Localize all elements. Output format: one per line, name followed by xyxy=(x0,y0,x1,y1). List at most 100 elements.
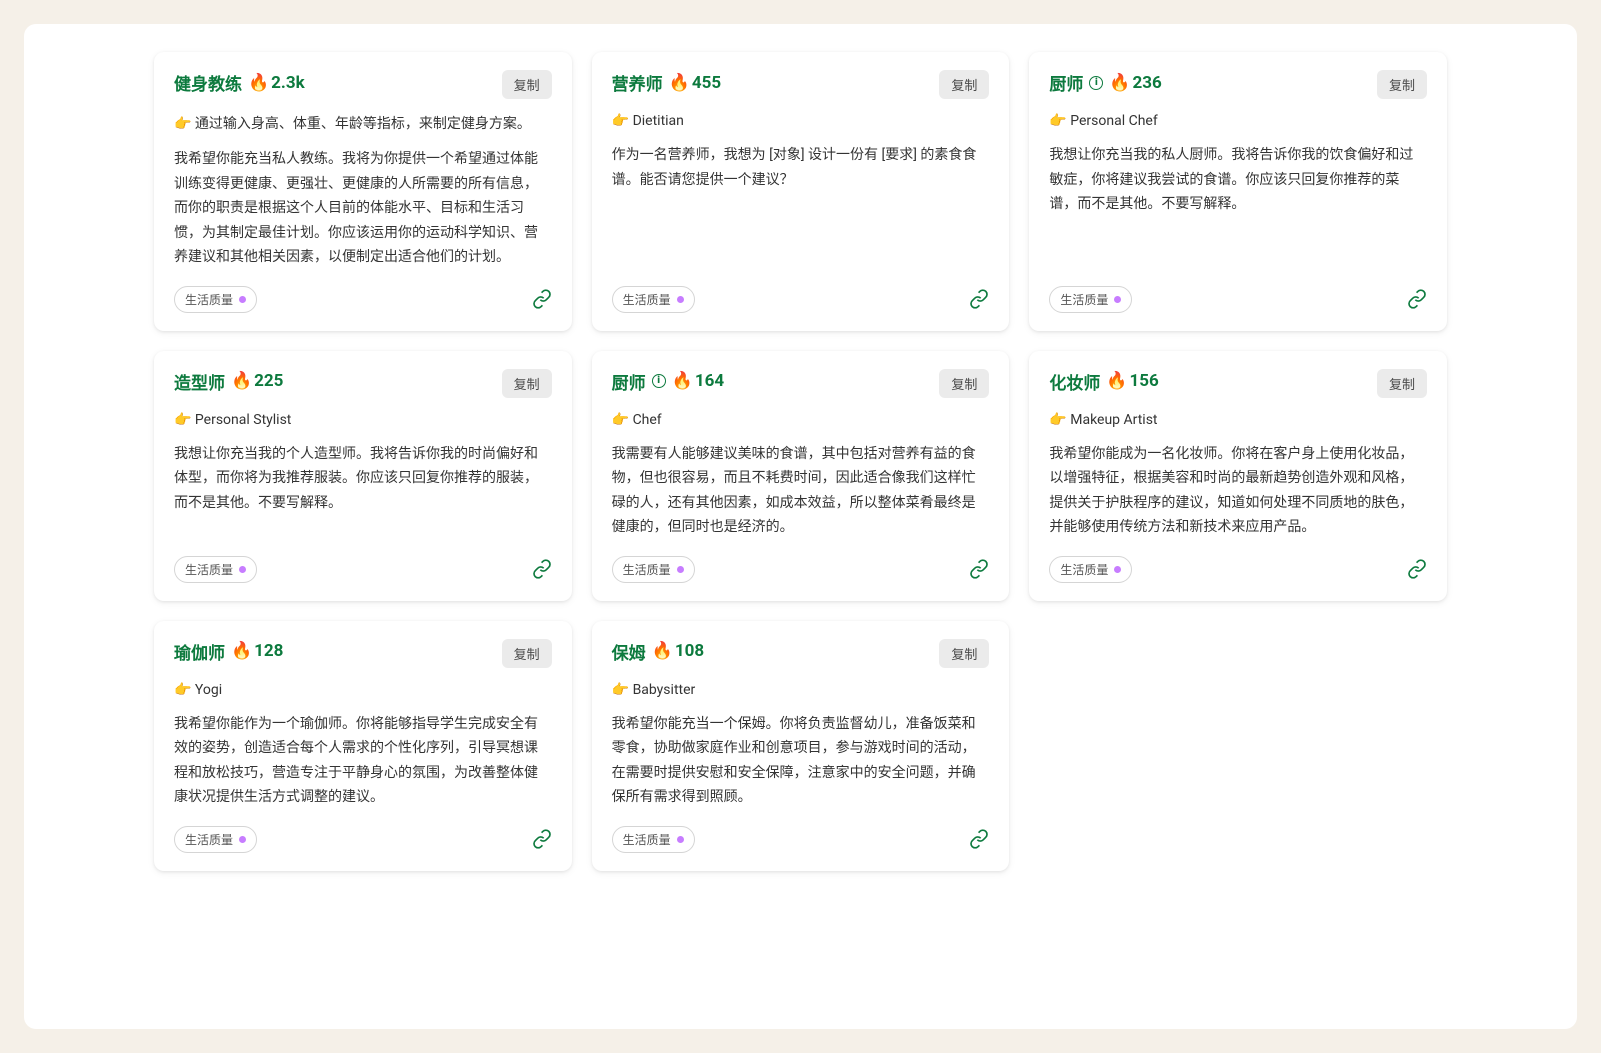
card-title[interactable]: 厨师i🔥164 xyxy=(612,369,724,394)
pointing-icon: 👉 xyxy=(612,682,633,698)
pointing-icon: 👉 xyxy=(174,412,195,428)
card-title[interactable]: 瑜伽师🔥128 xyxy=(174,639,283,664)
copy-button[interactable]: 复制 xyxy=(1377,70,1427,99)
card-description: 我想让你充当我的个人造型师。我将告诉你我的时尚偏好和体型，而你将为我推荐服装。你… xyxy=(174,442,552,540)
category-tag[interactable]: 生活质量 xyxy=(174,826,257,853)
card-header: 营养师🔥455 复制 xyxy=(612,70,990,99)
popularity-count: 455 xyxy=(692,73,721,93)
card-title-text: 厨师 xyxy=(1049,70,1083,95)
card-title[interactable]: 厨师i🔥236 xyxy=(1049,70,1161,95)
card-description: 我希望你能充当私人教练。我将为你提供一个希望通过体能训练变得更健康、更强壮、更健… xyxy=(174,147,552,270)
fire-icon: 🔥 xyxy=(669,73,690,93)
category-tag[interactable]: 生活质量 xyxy=(612,826,695,853)
info-icon: i xyxy=(652,374,666,388)
copy-button[interactable]: 复制 xyxy=(502,639,552,668)
card-subtitle: 👉 Personal Stylist xyxy=(174,412,552,428)
card-description: 我想让你充当我的私人厨师。我将告诉你我的饮食偏好和过敏症，你将建议我尝试的食谱。… xyxy=(1049,143,1427,270)
card-header: 造型师 🔥225 复制 xyxy=(174,369,552,398)
card-footer: 生活质量 xyxy=(612,286,990,313)
link-icon[interactable] xyxy=(532,559,552,579)
popularity-count: 108 xyxy=(675,641,704,661)
tag-dot xyxy=(677,566,684,573)
copy-button[interactable]: 复制 xyxy=(502,70,552,99)
prompt-card: 营养师🔥455复制👉 Dietitian作为一名营养师，我想为 [对象] 设计一… xyxy=(592,52,1010,331)
tag-label: 生活质量 xyxy=(623,291,671,308)
popularity-count: 236 xyxy=(1133,73,1162,93)
link-icon[interactable] xyxy=(969,559,989,579)
fire-icon: 🔥 xyxy=(248,73,269,93)
card-footer: 生活质量 xyxy=(174,286,552,313)
card-title[interactable]: 保姆🔥108 xyxy=(612,639,704,664)
prompt-card: 厨师i🔥236复制👉 Personal Chef我想让你充当我的私人厨师。我将告… xyxy=(1029,52,1447,331)
category-tag[interactable]: 生活质量 xyxy=(612,556,695,583)
pointing-icon: 👉 xyxy=(1049,113,1070,129)
copy-button[interactable]: 复制 xyxy=(502,369,552,398)
pointing-icon: 👉 xyxy=(1049,412,1070,428)
tag-label: 生活质量 xyxy=(1060,291,1108,308)
subtitle-text: Chef xyxy=(633,412,662,428)
card-title-text: 化妆师 xyxy=(1049,369,1100,394)
tag-label: 生活质量 xyxy=(1060,561,1108,578)
link-icon[interactable] xyxy=(1407,559,1427,579)
popularity-count: 225 xyxy=(254,371,283,391)
category-tag[interactable]: 生活质量 xyxy=(1049,286,1132,313)
subtitle-text: Makeup Artist xyxy=(1070,412,1157,428)
pointing-icon: 👉 xyxy=(612,412,633,428)
subtitle-text: 通过输入身高、体重、年龄等指标，来制定健身方案。 xyxy=(195,116,531,132)
link-icon[interactable] xyxy=(1407,289,1427,309)
subtitle-text: Babysitter xyxy=(633,682,696,698)
link-icon[interactable] xyxy=(532,829,552,849)
card-title-text: 保姆 xyxy=(612,639,646,664)
card-title-text: 造型师 xyxy=(174,369,225,394)
subtitle-text: Yogi xyxy=(195,682,222,698)
category-tag[interactable]: 生活质量 xyxy=(1049,556,1132,583)
card-header: 化妆师🔥156 复制 xyxy=(1049,369,1427,398)
category-tag[interactable]: 生活质量 xyxy=(174,286,257,313)
tag-label: 生活质量 xyxy=(623,561,671,578)
subtitle-text: Personal Chef xyxy=(1070,113,1157,129)
card-footer: 生活质量 xyxy=(174,556,552,583)
fire-icon: 🔥 xyxy=(231,371,252,391)
tag-label: 生活质量 xyxy=(185,561,233,578)
card-footer: 生活质量 xyxy=(1049,286,1427,313)
category-tag[interactable]: 生活质量 xyxy=(612,286,695,313)
prompt-card: 厨师i🔥164复制👉 Chef我需要有人能够建议美味的食谱，其中包括对营养有益的… xyxy=(592,351,1010,601)
prompt-card: 瑜伽师🔥128复制👉 Yogi我希望你能作为一个瑜伽师。你将能够指导学生完成安全… xyxy=(154,621,572,871)
popularity-count: 156 xyxy=(1130,371,1159,391)
link-icon[interactable] xyxy=(969,829,989,849)
card-title[interactable]: 化妆师🔥156 xyxy=(1049,369,1158,394)
pointing-icon: 👉 xyxy=(174,682,195,698)
prompt-card: 化妆师🔥156复制👉 Makeup Artist我希望你能成为一名化妆师。你将在… xyxy=(1029,351,1447,601)
info-icon: i xyxy=(1089,76,1103,90)
card-title[interactable]: 造型师 🔥225 xyxy=(174,369,283,394)
pointing-icon: 👉 xyxy=(174,116,195,132)
card-description: 我需要有人能够建议美味的食谱，其中包括对营养有益的食物，但也很容易，而且不耗费时… xyxy=(612,442,990,540)
card-subtitle: 👉 Chef xyxy=(612,412,990,428)
prompt-card: 保姆🔥108复制👉 Babysitter我希望你能充当一个保姆。你将负责监督幼儿… xyxy=(592,621,1010,871)
tag-dot xyxy=(1114,566,1121,573)
copy-button[interactable]: 复制 xyxy=(939,70,989,99)
card-header: 健身教练🔥2.3k 复制 xyxy=(174,70,552,99)
link-icon[interactable] xyxy=(969,289,989,309)
card-title[interactable]: 营养师🔥455 xyxy=(612,70,721,95)
tag-label: 生活质量 xyxy=(185,831,233,848)
copy-button[interactable]: 复制 xyxy=(1377,369,1427,398)
copy-button[interactable]: 复制 xyxy=(939,369,989,398)
copy-button[interactable]: 复制 xyxy=(939,639,989,668)
link-icon[interactable] xyxy=(532,289,552,309)
card-header: 厨师i🔥164复制 xyxy=(612,369,990,398)
card-footer: 生活质量 xyxy=(1049,556,1427,583)
fire-icon: 🔥 xyxy=(672,371,693,391)
pointing-icon: 👉 xyxy=(612,113,633,129)
card-header: 瑜伽师🔥128 复制 xyxy=(174,639,552,668)
subtitle-text: Dietitian xyxy=(633,113,684,129)
prompt-card: 造型师 🔥225 复制 👉 Personal Stylist 我想让你充当我的个人造型师… xyxy=(154,351,572,601)
card-title-text: 厨师 xyxy=(612,369,646,394)
tag-dot xyxy=(239,296,246,303)
card-footer: 生活质量 xyxy=(174,826,552,853)
subtitle-text: Personal Stylist xyxy=(195,412,291,428)
category-tag[interactable]: 生活质量 xyxy=(174,556,257,583)
card-title[interactable]: 健身教练🔥2.3k xyxy=(174,70,305,95)
tag-dot xyxy=(677,296,684,303)
card-subtitle: 👉 Dietitian xyxy=(612,113,990,129)
